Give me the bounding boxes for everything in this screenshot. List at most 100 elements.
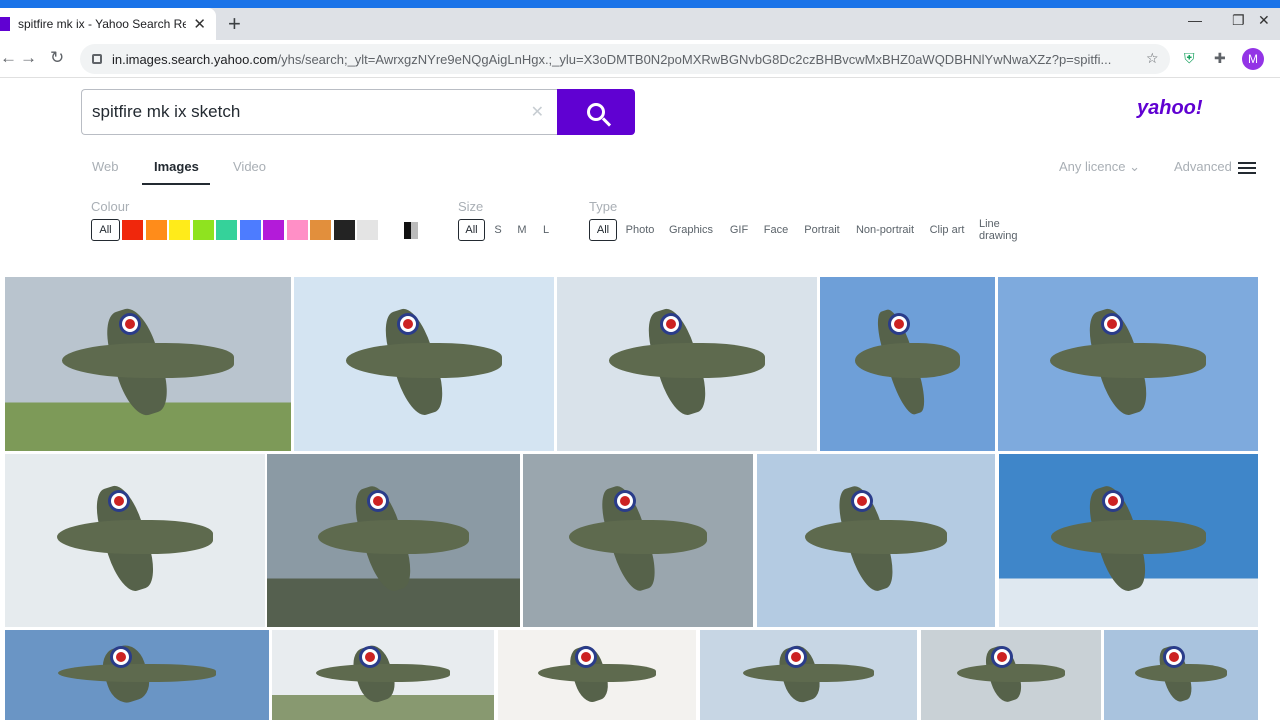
type-gif-button[interactable]: GIF (728, 219, 750, 241)
image-result-thumbnail[interactable] (557, 277, 817, 451)
colour-swatch[interactable] (286, 220, 308, 240)
back-arrow-icon[interactable]: ← (0, 48, 17, 68)
size-s-button[interactable]: S (492, 219, 504, 241)
url-text: in.images.search.yahoo.com/yhs/search;_y… (112, 51, 1112, 67)
aircraft-shape (1134, 664, 1228, 683)
yahoo-logo[interactable]: yahoo! (1137, 97, 1203, 120)
colour-swatch[interactable] (263, 220, 284, 240)
roundel-marking (403, 318, 414, 329)
image-result-thumbnail[interactable] (294, 277, 554, 451)
tab-video[interactable]: Video (233, 159, 266, 174)
advanced-link[interactable]: Advanced (1174, 159, 1232, 174)
window-close-icon[interactable]: ✕ (1258, 12, 1270, 29)
aircraft-shape (537, 664, 657, 683)
search-input[interactable] (92, 102, 512, 122)
type-label: Type (589, 199, 618, 214)
image-result-thumbnail[interactable] (1104, 630, 1258, 720)
type-photo-button[interactable]: Photo (624, 219, 656, 241)
roundel-marking (619, 495, 630, 506)
puzzle-extension-icon[interactable]: ✚ (1214, 50, 1226, 67)
address-bar[interactable]: in.images.search.yahoo.com/yhs/search;_y… (80, 44, 1170, 74)
type-graphics-button[interactable]: Graphics (668, 219, 714, 241)
image-result-thumbnail[interactable] (998, 277, 1258, 451)
type-clip-art-button[interactable]: Clip art (928, 219, 966, 241)
type-non-portrait-button[interactable]: Non-portrait (855, 219, 915, 241)
tab-close-icon[interactable]: ✕ (193, 15, 206, 33)
search-icon (587, 103, 605, 121)
roundel-marking (893, 318, 904, 329)
active-tab-indicator (142, 183, 210, 185)
colour-swatch[interactable] (122, 220, 143, 240)
roundel-marking (114, 495, 125, 506)
forward-arrow-icon[interactable]: → (20, 48, 37, 68)
colour-swatch[interactable] (192, 220, 214, 240)
image-result-thumbnail[interactable] (5, 277, 291, 451)
size-m-button[interactable]: M (515, 219, 529, 241)
image-result-thumbnail[interactable] (498, 630, 696, 720)
aircraft-shape (743, 664, 874, 683)
aircraft-shape (316, 664, 450, 683)
roundel-marking (365, 651, 376, 662)
browser-tab[interactable]: spitfire mk ix - Yahoo Search Res ✕ (0, 8, 216, 40)
aircraft-shape (804, 519, 948, 555)
aircraft-shape (57, 519, 213, 555)
colour-swatch[interactable] (145, 220, 167, 240)
bookmark-star-icon[interactable]: ☆ (1146, 50, 1159, 67)
aircraft-shape (1050, 519, 1207, 555)
aircraft-shape (957, 664, 1065, 683)
type-portrait-button[interactable]: Portrait (803, 219, 841, 241)
aircraft-shape (62, 343, 234, 378)
roundel-marking (125, 318, 136, 329)
image-result-thumbnail[interactable] (5, 454, 265, 627)
type-all-button[interactable]: All (589, 219, 617, 241)
new-tab-button[interactable]: + (228, 11, 241, 37)
image-result-thumbnail[interactable] (272, 630, 494, 720)
colour-swatch[interactable] (357, 220, 378, 240)
shield-extension-icon[interactable]: ⛨ (1184, 50, 1195, 67)
tab-title: spitfire mk ix - Yahoo Search Res (18, 17, 186, 31)
colour-swatch[interactable] (239, 220, 261, 240)
black-white-swatch[interactable] (404, 222, 418, 239)
image-result-thumbnail[interactable] (523, 454, 753, 627)
filter-sliders-icon[interactable] (1238, 159, 1256, 175)
image-result-thumbnail[interactable] (820, 277, 995, 451)
image-result-thumbnail[interactable] (757, 454, 995, 627)
roundel-marking (115, 651, 126, 662)
lock-icon (92, 54, 102, 64)
roundel-marking (856, 495, 867, 506)
image-result-thumbnail[interactable] (267, 454, 520, 627)
colour-swatch[interactable] (310, 220, 331, 240)
minimize-icon[interactable]: — (1188, 12, 1202, 28)
toolbar: ← → ↻ in.images.search.yahoo.com/yhs/sea… (0, 40, 1280, 78)
clear-icon[interactable]: ✕ (531, 102, 544, 122)
search-button[interactable] (557, 89, 635, 135)
roundel-marking (581, 651, 592, 662)
roundel-marking (1107, 495, 1118, 506)
window-top-border (0, 0, 1280, 8)
tab-web[interactable]: Web (92, 159, 119, 174)
licence-dropdown[interactable]: Any licence ⌄ (1059, 159, 1140, 175)
size-all-button[interactable]: All (458, 219, 485, 241)
reload-icon[interactable]: ↻ (50, 48, 64, 68)
image-result-thumbnail[interactable] (921, 630, 1101, 720)
image-result-thumbnail[interactable] (700, 630, 917, 720)
aircraft-shape (346, 343, 502, 378)
aircraft-shape (317, 519, 470, 555)
roundel-marking (373, 495, 384, 506)
colour-swatch[interactable] (169, 220, 190, 240)
type-face-button[interactable]: Face (763, 219, 789, 241)
image-result-thumbnail[interactable] (5, 630, 269, 720)
roundel-marking (1168, 651, 1179, 662)
type-line-drawing-button[interactable]: Line drawing (979, 218, 1041, 242)
tab-images[interactable]: Images (154, 159, 199, 174)
size-l-button[interactable]: L (540, 219, 552, 241)
aircraft-shape (57, 664, 217, 683)
colour-swatch[interactable] (333, 220, 355, 240)
image-result-thumbnail[interactable] (999, 454, 1258, 627)
avatar[interactable]: M (1242, 48, 1264, 70)
restore-icon[interactable]: ❐ (1232, 12, 1245, 29)
roundel-marking (1107, 318, 1118, 329)
aircraft-shape (855, 343, 960, 378)
colour-swatch[interactable] (216, 220, 237, 240)
colour-all-button[interactable]: All (91, 219, 120, 241)
